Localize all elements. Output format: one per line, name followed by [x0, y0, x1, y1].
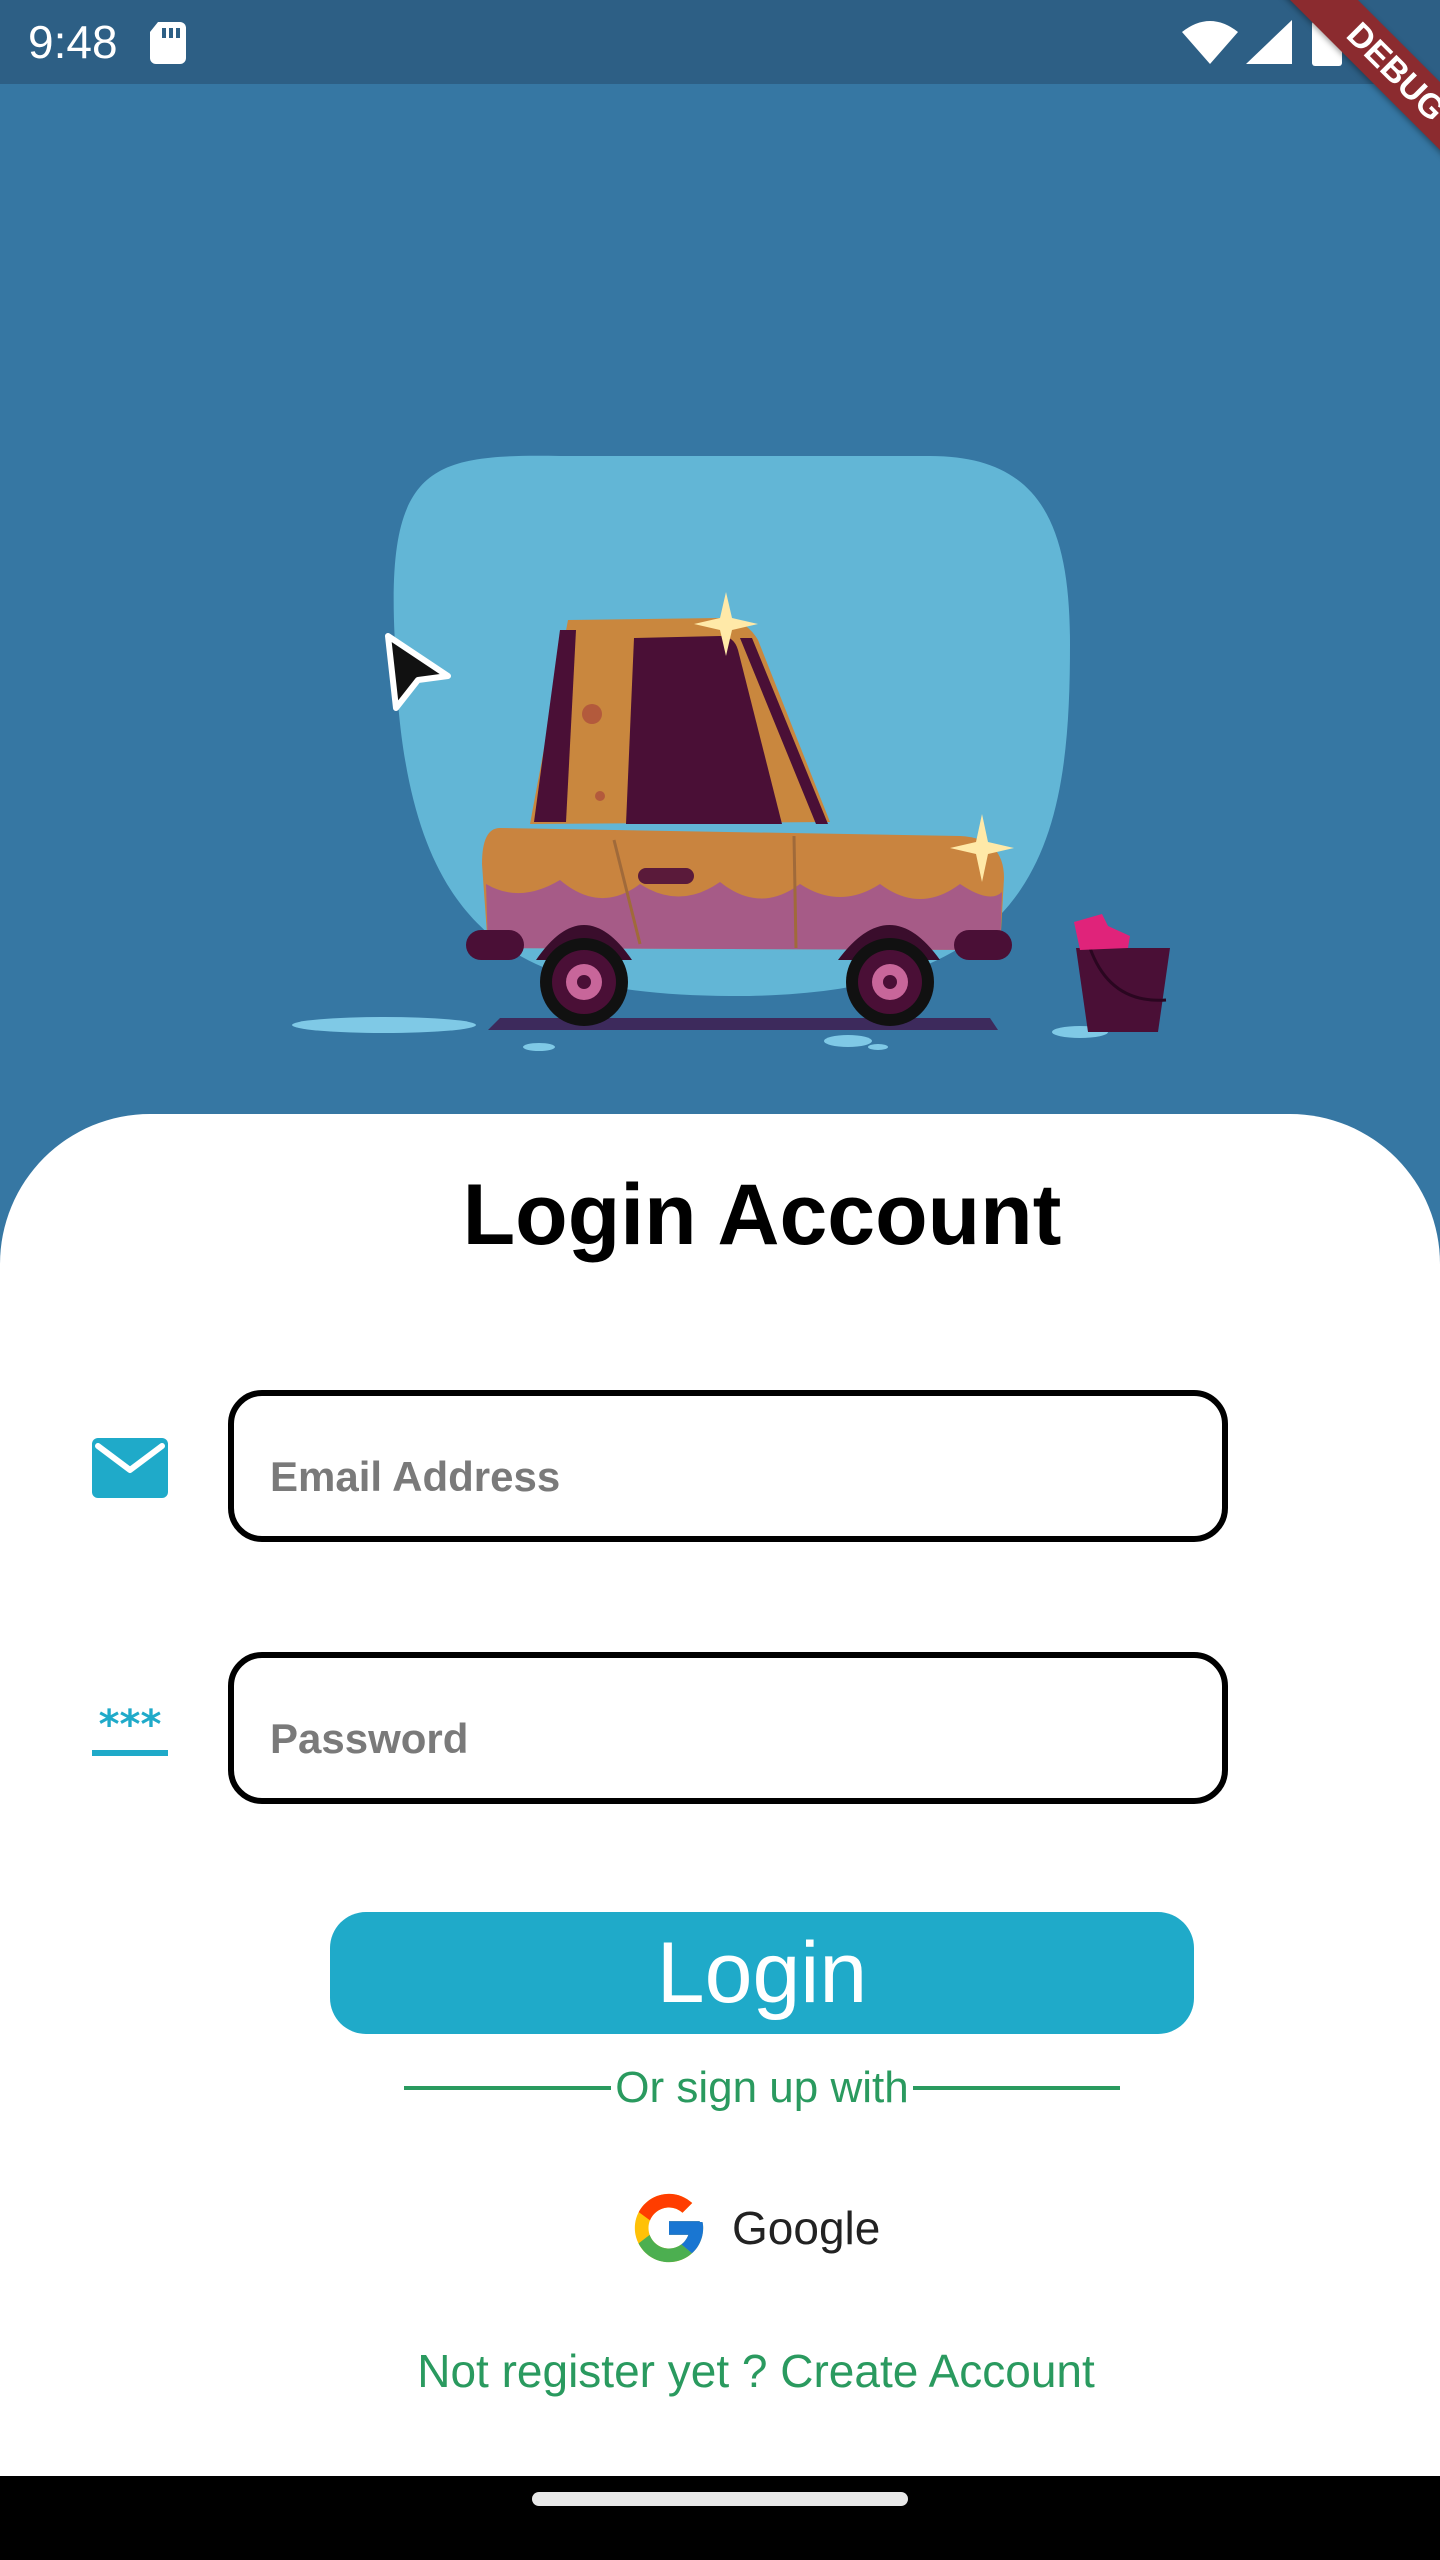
google-icon: [634, 2193, 704, 2263]
car-bumper-rear: [466, 930, 524, 960]
cursor-icon: [385, 633, 451, 711]
car-bumper-front: [954, 930, 1012, 960]
login-button[interactable]: Login: [330, 1912, 1194, 2034]
status-time: 9:48: [28, 16, 118, 68]
page-title: Login Account: [462, 1167, 1062, 1263]
divider-line-left: [404, 2086, 612, 2090]
hero-illustration: [0, 84, 1440, 1124]
car-wash-illustration: [292, 455, 1170, 1051]
home-handle[interactable]: [532, 2492, 908, 2506]
google-label: Google: [732, 2202, 881, 2254]
status-bar: 9:48: [0, 0, 1440, 84]
sd-card-icon: [150, 22, 186, 64]
wifi-icon: [1182, 21, 1238, 64]
sponge: [1074, 914, 1130, 950]
password-input[interactable]: [268, 1708, 1172, 1770]
password-icon: ***: [92, 1704, 168, 1756]
signup-divider: Or sign up with: [404, 2060, 1120, 2116]
create-account-link[interactable]: Not register yet ? Create Account: [0, 2336, 1440, 2406]
google-signin-button[interactable]: Google: [628, 2186, 908, 2270]
svg-text:***: ***: [99, 1704, 162, 1748]
signal-icon: [1246, 20, 1292, 64]
divider-line-right: [912, 2086, 1120, 2090]
mail-icon: [92, 1438, 168, 1498]
email-input[interactable]: [268, 1446, 1172, 1508]
navigation-bar: [0, 2476, 1440, 2560]
password-field[interactable]: [228, 1652, 1228, 1804]
divider-text: Or sign up with: [615, 2063, 909, 2112]
email-field[interactable]: [228, 1390, 1228, 1542]
puddle-left: [292, 1017, 476, 1033]
car-wheel-front: [846, 938, 934, 1026]
car-wheel-rear: [540, 938, 628, 1026]
